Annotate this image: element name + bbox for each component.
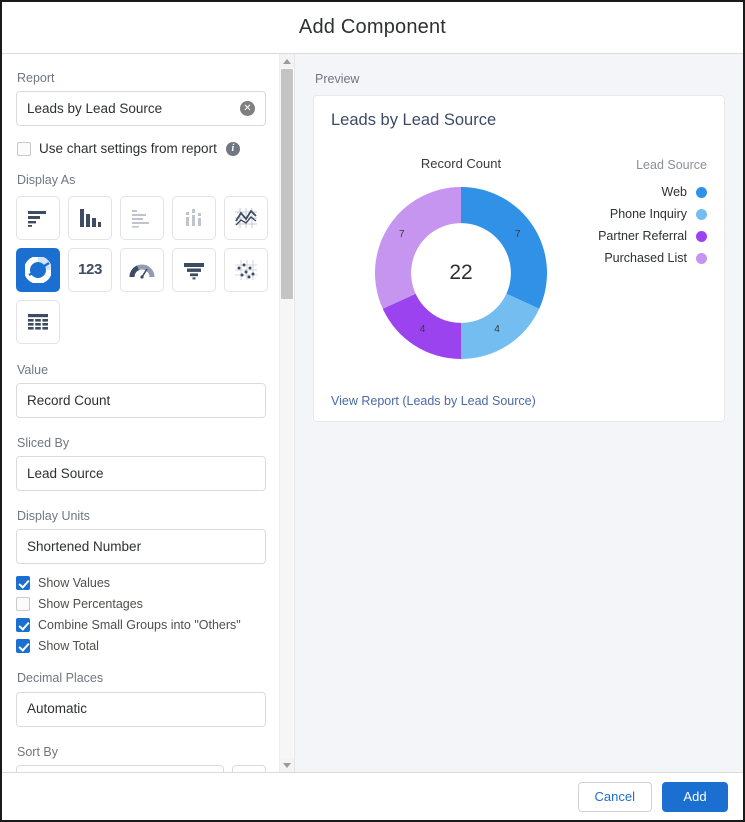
use-chart-settings-row[interactable]: Use chart settings from report i	[17, 141, 266, 156]
legend-item[interactable]: Phone Inquiry	[567, 203, 707, 225]
option-combine-small-groups[interactable]: Combine Small Groups into "Others"	[16, 614, 266, 635]
chart-type-vertical-bar[interactable]	[68, 195, 112, 240]
sidebar-scrollbar[interactable]	[279, 54, 294, 772]
value-field-value: Record Count	[27, 393, 111, 407]
preview-panel: Preview Leads by Lead Source Record Coun…	[295, 54, 743, 772]
legend-title: Lead Source	[636, 158, 707, 172]
legend-color-swatch	[696, 208, 707, 220]
add-button[interactable]: Add	[662, 781, 728, 812]
component-settings-panel: Report Leads by Lead Source ✕ Use chart …	[2, 54, 295, 772]
donut-chart[interactable]: 22 7447	[368, 180, 554, 366]
option-show-total[interactable]: Show Total	[16, 635, 266, 656]
chart-legend: Lead Source Web Phone Inquiry Partner Refe…	[567, 158, 707, 269]
legend-item[interactable]: Purchased List	[567, 247, 707, 269]
modal-body: Report Leads by Lead Source ✕ Use chart …	[2, 54, 743, 772]
display-units-input[interactable]: Shortened Number	[16, 529, 266, 565]
legend-item-label: Web	[661, 185, 687, 199]
sliced-by-label: Sliced By	[17, 435, 70, 450]
sort-by-row	[16, 764, 266, 772]
sort-by-input[interactable]	[16, 764, 224, 772]
legend-item-label: Purchased List	[604, 251, 687, 265]
modal-header: Add Component	[2, 2, 743, 54]
display-units-label: Display Units	[17, 509, 90, 523]
chart-type-funnel[interactable]	[172, 247, 216, 292]
chart-type-stacked-horizontal-bar[interactable]	[120, 195, 164, 240]
legend-color-swatch	[696, 230, 707, 242]
chart-area: Record Count 22 7447 Lead Source Web Phon…	[331, 130, 707, 380]
use-chart-settings-label: Use chart settings from report	[39, 141, 217, 157]
decimal-places-value: Automatic	[27, 702, 88, 716]
preview-label: Preview	[315, 72, 360, 86]
info-icon[interactable]: i	[225, 141, 240, 156]
report-label: Report	[17, 71, 55, 85]
legend-item[interactable]: Web	[567, 181, 707, 203]
show-values-label: Show Values	[38, 575, 111, 590]
settings-form: Report Leads by Lead Source ✕ Use chart …	[2, 54, 280, 772]
chart-type-horizontal-bar[interactable]	[16, 195, 60, 240]
option-show-values[interactable]: Show Values	[16, 572, 266, 593]
legend-rows: Web Phone Inquiry Partner Referral Purchase…	[567, 181, 707, 269]
legend-item[interactable]: Partner Referral	[567, 225, 707, 247]
modal-footer: Cancel Add	[2, 772, 743, 820]
show-percentages-label: Show Percentages	[38, 596, 143, 611]
add-component-modal: Add Component Report Leads by Lead Sourc…	[0, 0, 745, 822]
chart-type-scatter[interactable]	[224, 247, 268, 292]
donut-slice[interactable]	[461, 187, 547, 309]
donut-slice[interactable]	[382, 293, 461, 359]
scroll-down-arrow-icon[interactable]	[280, 758, 294, 772]
donut-slice[interactable]	[375, 187, 461, 309]
donut-slice[interactable]	[461, 293, 540, 359]
sort-direction-button[interactable]	[232, 764, 266, 772]
chart-title: Leads by Lead Source	[331, 111, 497, 129]
chart-type-stacked-vertical-bar[interactable]	[172, 195, 216, 240]
legend-color-swatch	[696, 186, 707, 198]
show-total-label: Show Total	[38, 638, 99, 653]
chart-measure-title: Record Count	[420, 156, 502, 171]
show-total-checkbox[interactable]	[16, 638, 30, 653]
value-input[interactable]: Record Count	[16, 382, 266, 418]
clear-icon[interactable]: ✕	[240, 101, 255, 117]
combine-small-groups-checkbox[interactable]	[16, 617, 30, 632]
scrollbar-thumb[interactable]	[281, 69, 293, 299]
report-input[interactable]: Leads by Lead Source ✕	[16, 91, 266, 127]
cancel-button[interactable]: Cancel	[577, 781, 652, 812]
display-units-value: Shortened Number	[27, 540, 142, 554]
combine-small-groups-label: Combine Small Groups into "Others"	[38, 617, 241, 632]
sliced-by-input[interactable]: Lead Source	[16, 456, 266, 491]
show-percentages-checkbox[interactable]	[16, 596, 30, 611]
scroll-up-arrow-icon[interactable]	[280, 54, 294, 68]
display-as-grid: 123	[16, 195, 268, 344]
view-report-link[interactable]: View Report (Leads by Lead Source)	[331, 394, 536, 408]
sliced-by-value: Lead Source	[27, 466, 104, 481]
option-show-percentages[interactable]: Show Percentages	[16, 593, 266, 614]
preview-card: Leads by Lead Source Record Count 22 744…	[313, 95, 725, 422]
chart-type-donut[interactable]	[16, 247, 60, 292]
page-title: Add Component	[298, 16, 447, 38]
chart-options-list: Show Values Show Percentages Combine Sma…	[16, 572, 266, 656]
show-values-checkbox[interactable]	[16, 575, 30, 590]
chart-type-gauge[interactable]	[120, 247, 164, 292]
value-label: Value	[17, 362, 49, 377]
display-as-label: Display As	[17, 173, 76, 188]
metric-glyph: 123	[78, 261, 102, 278]
legend-item-label: Phone Inquiry	[609, 207, 687, 221]
chart-type-metric[interactable]: 123	[68, 247, 112, 292]
decimal-places-label: Decimal Places	[17, 671, 104, 686]
use-chart-settings-checkbox[interactable]	[17, 141, 31, 156]
legend-color-swatch	[696, 252, 707, 264]
decimal-places-input[interactable]: Automatic	[16, 691, 266, 727]
report-value: Leads by Lead Source	[27, 102, 163, 116]
chart-type-line[interactable]	[224, 195, 268, 240]
legend-item-label: Partner Referral	[598, 229, 687, 243]
sort-by-label: Sort By	[17, 744, 58, 759]
chart-type-table[interactable]	[16, 299, 60, 344]
